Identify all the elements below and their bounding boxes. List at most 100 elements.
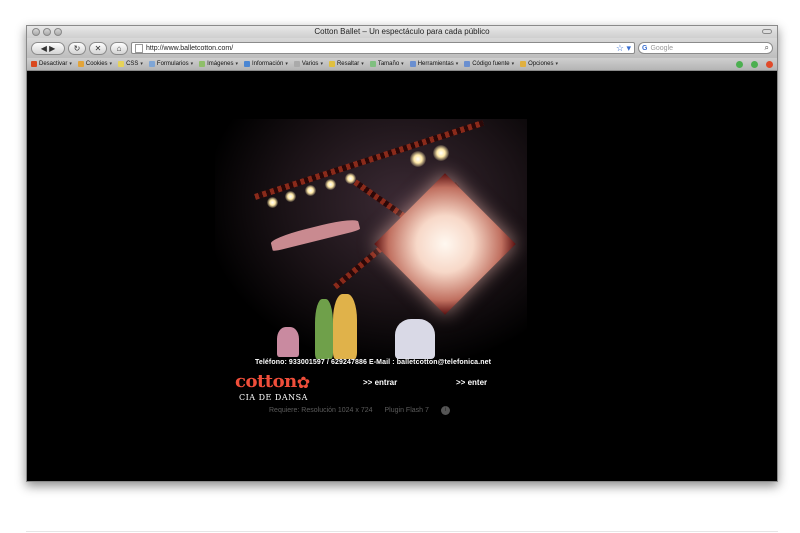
zoom-window-button[interactable] <box>54 28 62 36</box>
dancer-figure <box>333 294 357 359</box>
toolbar-menu-icon <box>369 61 376 67</box>
logo-wordmark: cotton <box>235 371 297 392</box>
minimize-window-button[interactable] <box>43 28 51 36</box>
title-bar: Cotton Ballet – Un espectáculo para cada… <box>27 26 777 38</box>
window-title: Cotton Ballet – Un espectáculo para cada… <box>314 27 490 36</box>
page-icon <box>135 43 143 53</box>
toolbar-menu-icon <box>520 61 527 67</box>
page-content: Teléfono: 933001597 / 629247886 E-Mail :… <box>27 71 777 481</box>
toolbar-status-icons <box>736 60 773 68</box>
dancer-figure <box>269 216 361 252</box>
chevron-down-icon: ▾ <box>109 61 113 67</box>
toolbar-menu-label: Formularios <box>156 61 189 67</box>
chevron-down-icon: ▾ <box>140 61 143 67</box>
back-arrow-icon[interactable]: ◀ <box>41 44 47 53</box>
toolbar-menu-label: Cookies <box>85 61 108 67</box>
contact-info: Teléfono: 933001597 / 629247886 E-Mail :… <box>255 359 492 366</box>
window-controls <box>32 28 62 36</box>
chevron-down-icon: ▾ <box>285 61 288 67</box>
status-indicator-icon[interactable] <box>736 60 743 68</box>
stage-light <box>285 191 296 202</box>
toolbar-menu-5[interactable]: Información ▾ <box>244 61 288 67</box>
browser-window: Cotton Ballet – Un espectáculo para cada… <box>26 25 778 482</box>
toolbar-menu-label: Herramientas <box>417 61 454 67</box>
toolbar-menu-6[interactable]: Varios ▾ <box>293 61 323 67</box>
dancer-figure <box>395 319 435 359</box>
requirements-line: Requiere: Resolución 1024 x 724 Plugin F… <box>269 406 450 415</box>
status-indicator-icon[interactable] <box>766 60 773 68</box>
enter-spanish-link[interactable]: >> entrar <box>363 378 397 387</box>
stage-light <box>410 151 426 167</box>
home-button[interactable]: ⌂ <box>110 41 128 55</box>
stage-backdrop <box>374 173 516 315</box>
dancer-figure <box>277 327 299 357</box>
logo-subtitle: CIA DE DANSA <box>239 393 308 402</box>
address-bar[interactable]: http://www.balletcotton.com/ ☆ ▾ <box>131 42 635 54</box>
flash-requirement: Plugin Flash 7 <box>384 407 429 414</box>
resolution-requirement: Requiere: Resolución 1024 x 724 <box>269 407 373 414</box>
toolbar-menu-label: Imágenes <box>207 61 234 67</box>
toolbar-toggle-button[interactable] <box>762 29 772 34</box>
toolbar-menu-label: Varios <box>301 61 319 67</box>
bookmark-star-icon[interactable]: ☆ ▾ <box>616 43 634 54</box>
toolbar-menu-label: Resaltar <box>336 61 360 67</box>
toolbar-menu-icon <box>118 61 125 67</box>
status-indicator-icon[interactable] <box>751 60 758 68</box>
toolbar-menu-label: Opciones <box>528 61 554 67</box>
flower-icon: ✿ <box>296 375 311 392</box>
toolbar-menu-icon <box>328 61 335 67</box>
search-box[interactable]: G Google ⌕ <box>638 42 773 54</box>
toolbar-menu-icon <box>409 61 416 67</box>
stage-light <box>433 145 449 161</box>
toolbar-menu-7[interactable]: Resaltar ▾ <box>328 61 364 67</box>
toolbar-menu-9[interactable]: Herramientas ▾ <box>409 61 459 67</box>
close-window-button[interactable] <box>32 28 40 36</box>
info-icon[interactable]: i <box>440 406 450 415</box>
web-developer-toolbar: Desactivar ▾ Cookies ▾ CSS ▾ Formularios ▾ Imáge… <box>27 58 777 71</box>
forward-arrow-icon[interactable]: ▶ <box>49 44 55 53</box>
toolbar-menu-icon <box>293 61 300 67</box>
chevron-down-icon: ▾ <box>511 61 515 67</box>
toolbar-menu-icon <box>244 61 250 67</box>
chevron-down-icon: ▾ <box>190 61 194 67</box>
google-engine-icon[interactable]: G <box>642 45 647 52</box>
chevron-down-icon: ▾ <box>361 61 364 67</box>
stage-light <box>305 185 316 196</box>
stop-button[interactable]: ✕ <box>89 41 107 55</box>
chevron-down-icon: ▾ <box>69 61 72 67</box>
chevron-down-icon: ▾ <box>455 61 459 67</box>
chevron-down-icon: ▾ <box>401 61 404 67</box>
toolbar-menu-icon <box>148 61 155 67</box>
chevron-down-icon: ▾ <box>235 61 238 67</box>
toolbar-menu-2[interactable]: CSS ▾ <box>118 61 143 67</box>
toolbar-menu-icon <box>77 61 84 67</box>
reload-button[interactable]: ↻ <box>68 41 86 55</box>
toolbar-menu-label: CSS <box>126 61 139 67</box>
stage-light <box>267 197 278 208</box>
search-icon[interactable]: ⌕ <box>765 43 769 53</box>
enter-english-link[interactable]: >> enter <box>456 378 487 387</box>
toolbar-menu-11[interactable]: Opciones ▾ <box>520 61 558 67</box>
toolbar-menu-icon <box>199 61 206 67</box>
ballet-stage-image[interactable] <box>215 119 527 359</box>
toolbar-menu-label: Código fuente <box>472 61 510 67</box>
toolbar-menu-0[interactable]: Desactivar ▾ <box>31 61 72 67</box>
toolbar-menu-label: Tamaño <box>377 61 400 67</box>
toolbar-menu-label: Información <box>252 61 284 67</box>
toolbar-menu-icon <box>464 61 471 67</box>
toolbar-menu-8[interactable]: Tamaño ▾ <box>369 61 404 67</box>
toolbar-menu-10[interactable]: Código fuente ▾ <box>464 61 514 67</box>
stage-light <box>345 173 356 184</box>
search-input[interactable]: Google <box>650 45 673 52</box>
toolbar-menu-4[interactable]: Imágenes ▾ <box>199 61 238 67</box>
toolbar-menu-3[interactable]: Formularios ▾ <box>148 61 194 67</box>
navigation-bar: ◀ ▶ ↻ ✕ ⌂ http://www.balletcotton.com/ ☆… <box>27 38 777 58</box>
chevron-down-icon: ▾ <box>555 61 558 67</box>
url-input[interactable]: http://www.balletcotton.com/ <box>146 45 233 52</box>
toolbar-menu-icon <box>31 61 37 67</box>
back-forward-button[interactable]: ◀ ▶ <box>31 41 65 55</box>
toolbar-menu-label: Desactivar <box>39 61 68 67</box>
toolbar-menu-1[interactable]: Cookies ▾ <box>77 61 113 67</box>
cotton-logo: cotton✿ CIA DE DANSA <box>235 371 311 403</box>
dancer-figure <box>315 299 333 359</box>
